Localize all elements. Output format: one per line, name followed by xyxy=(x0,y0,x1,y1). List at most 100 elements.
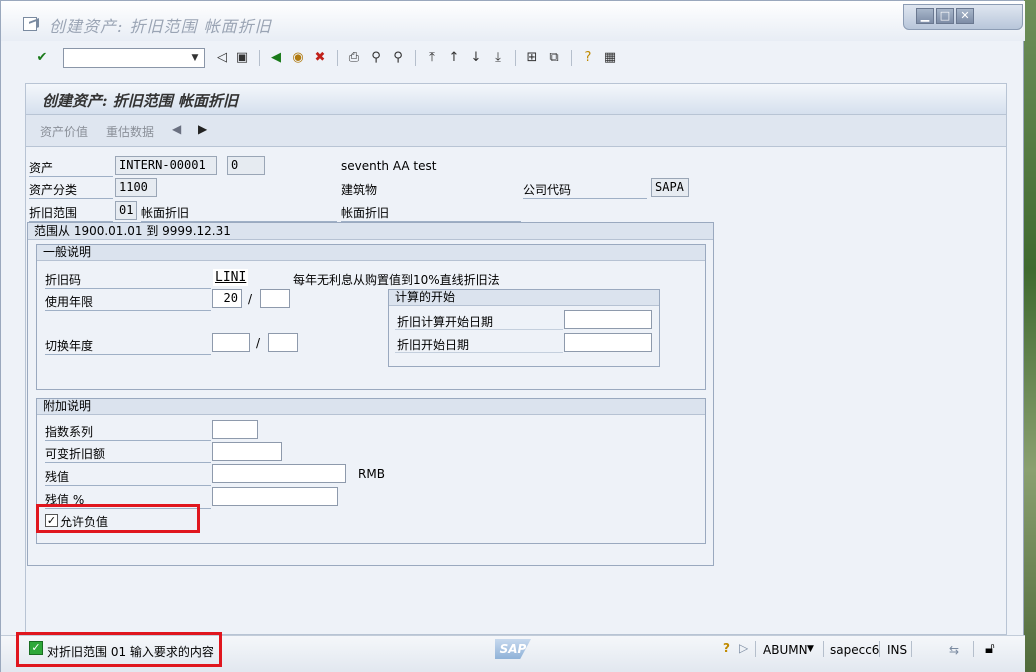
dep-start-input[interactable] xyxy=(564,333,652,352)
asset-class-text: 建筑物 xyxy=(341,183,378,197)
asset-class-label: 资产分类 xyxy=(29,181,113,199)
dep-area-text: 帐面折旧 xyxy=(141,204,337,222)
window-title: 创建资产: 折旧范围 帐面折旧 xyxy=(49,17,272,36)
toolbar-separator xyxy=(571,50,572,66)
find-icon[interactable]: ⚲ xyxy=(367,49,385,67)
status-toggle-icon[interactable]: ▷ xyxy=(739,641,748,655)
company-code-label: 公司代码 xyxy=(523,181,647,199)
insert-mode: INS xyxy=(887,643,908,657)
back-icon[interactable]: ◀ xyxy=(267,49,285,67)
dep-area-label: 折旧范围 xyxy=(29,204,113,222)
find-next-icon[interactable]: ⚲ xyxy=(389,49,407,67)
system-name: ABUMN xyxy=(763,643,808,657)
toolbar-separator xyxy=(415,50,416,66)
index-series-input[interactable] xyxy=(212,420,258,439)
status-separator xyxy=(755,641,756,657)
lock-icon[interactable]: 🔓︎ xyxy=(985,639,995,657)
currency-text: RMB xyxy=(358,467,385,481)
status-separator xyxy=(911,641,912,657)
dep-area-field[interactable]: 01 xyxy=(115,201,137,220)
highlight-box xyxy=(36,504,200,533)
enter-check-icon[interactable]: ✔ xyxy=(33,49,51,67)
dep-key-field[interactable]: LINI xyxy=(212,268,250,287)
revaluation-data-button[interactable]: 重估数据 xyxy=(106,123,154,140)
toolbar-separator xyxy=(259,50,260,66)
changeover-year-label: 切换年度 xyxy=(45,337,211,355)
shortcut-icon[interactable]: ⧉ xyxy=(545,49,563,67)
window-controls: ▁ □ ✕ xyxy=(903,4,1023,30)
command-field[interactable]: ▼ xyxy=(63,48,205,68)
index-series-label: 指数系列 xyxy=(45,423,211,441)
changeover-year-input[interactable] xyxy=(212,333,250,352)
row-divider xyxy=(395,329,563,330)
server-name: sapecc6 xyxy=(830,643,880,657)
scrap-value-input[interactable] xyxy=(212,464,346,483)
variable-dep-input[interactable] xyxy=(212,442,282,461)
dep-key-label: 折旧码 xyxy=(45,271,211,289)
toolbar-separator xyxy=(337,50,338,66)
asset-values-button[interactable]: 资产价值 xyxy=(40,123,88,140)
useful-life-label: 使用年限 xyxy=(45,293,211,311)
save-icon[interactable]: ▣ xyxy=(233,49,251,67)
calc-start-title: 计算的开始 xyxy=(389,290,659,306)
ord-dep-start-input[interactable] xyxy=(564,310,652,329)
range-group-title: 范围从 1900.01.01 到 9999.12.31 xyxy=(28,223,713,240)
create-session-icon[interactable]: ⊞ xyxy=(523,49,541,67)
ord-dep-start-label: 折旧计算开始日期 xyxy=(397,315,494,329)
toolbar-separator xyxy=(515,50,516,66)
changeover-slash: / xyxy=(256,336,261,350)
general-data-title: 一般说明 xyxy=(37,245,705,261)
status-separator xyxy=(879,641,880,657)
variable-dep-label: 可变折旧额 xyxy=(45,445,211,463)
asset-class-field[interactable]: 1100 xyxy=(115,178,157,197)
asset-subnumber-field[interactable]: 0 xyxy=(227,156,265,175)
help-icon[interactable]: ? xyxy=(579,49,597,67)
last-page-icon[interactable]: ⤓ xyxy=(489,49,507,67)
useful-life-periods-input[interactable] xyxy=(260,289,290,308)
print-icon[interactable]: ⎙ xyxy=(345,49,363,67)
system-dropdown-icon[interactable]: ▼ xyxy=(807,644,814,654)
prev-page-icon[interactable]: ↑ xyxy=(445,49,463,67)
window-menu-icon[interactable] xyxy=(23,17,37,31)
status-highlight-box xyxy=(16,632,222,667)
asset-label: 资产 xyxy=(29,159,113,177)
exit-icon[interactable]: ◉ xyxy=(289,49,307,67)
system-info-icon[interactable]: ? xyxy=(723,641,730,655)
calc-start-group: 计算的开始 折旧计算开始日期 折旧开始日期 xyxy=(388,289,660,367)
dep-key-text: 每年无利息从购置值到10%直线折旧法 xyxy=(293,273,500,287)
dep-start-label: 折旧开始日期 xyxy=(397,338,470,352)
maximize-button[interactable]: □ xyxy=(936,8,954,24)
row-divider xyxy=(395,352,563,353)
first-page-icon[interactable]: ⤒ xyxy=(423,49,441,67)
minimize-button[interactable]: ▁ xyxy=(916,8,934,24)
asset-description: seventh AA test xyxy=(341,159,437,173)
additional-data-title: 附加说明 xyxy=(37,399,705,415)
asset-number-field[interactable]: INTERN-00001 xyxy=(115,156,217,175)
next-page-icon[interactable]: ↓ xyxy=(467,49,485,67)
sap-gui-window: 创建资产: 折旧范围 帐面折旧 ▁ □ ✕ ✔ ▼ ◁ ▣ ◀ ◉ ✖ ⎙ ⚲ … xyxy=(0,0,1025,672)
close-button[interactable]: ✕ xyxy=(956,8,974,24)
app-title-bar: 创建资产: 折旧范围 帐面折旧 xyxy=(25,83,1007,115)
dep-area-text-2: 帐面折旧 xyxy=(341,204,521,222)
back-arrow-icon[interactable]: ◁ xyxy=(213,49,231,67)
application-toolbar: 资产价值 重估数据 ◀ ▶ xyxy=(25,115,1007,147)
status-separator xyxy=(973,641,974,657)
chevron-down-icon[interactable]: ▼ xyxy=(188,51,202,65)
window-titlebar: 创建资产: 折旧范围 帐面折旧 ▁ □ ✕ xyxy=(1,1,1025,41)
scrap-pct-input[interactable] xyxy=(212,487,338,506)
scrap-value-label: 残值 xyxy=(45,468,211,486)
useful-life-years-input[interactable]: 20 xyxy=(212,289,242,308)
page-title: 创建资产: 折旧范围 帐面折旧 xyxy=(42,92,238,110)
desktop-backdrop xyxy=(1022,0,1036,672)
company-code-field[interactable]: SAPA xyxy=(651,178,689,197)
useful-life-slash: / xyxy=(248,292,253,306)
status-separator xyxy=(823,641,824,657)
changeover-period-input[interactable] xyxy=(268,333,298,352)
previous-arrow-icon[interactable]: ◀ xyxy=(172,122,181,136)
customize-layout-icon[interactable]: ▦ xyxy=(601,49,619,67)
connection-icon: ⇆ xyxy=(949,643,960,657)
general-data-group: 一般说明 折旧码 LINI 每年无利息从购置值到10%直线折旧法 使用年限 20… xyxy=(36,244,706,390)
cancel-icon[interactable]: ✖ xyxy=(311,49,329,67)
standard-toolbar: ✔ ▼ ◁ ▣ ◀ ◉ ✖ ⎙ ⚲ ⚲ ⤒ ↑ ↓ ⤓ ⊞ ⧉ ? ▦ xyxy=(1,43,1025,73)
next-arrow-icon[interactable]: ▶ xyxy=(198,122,207,136)
